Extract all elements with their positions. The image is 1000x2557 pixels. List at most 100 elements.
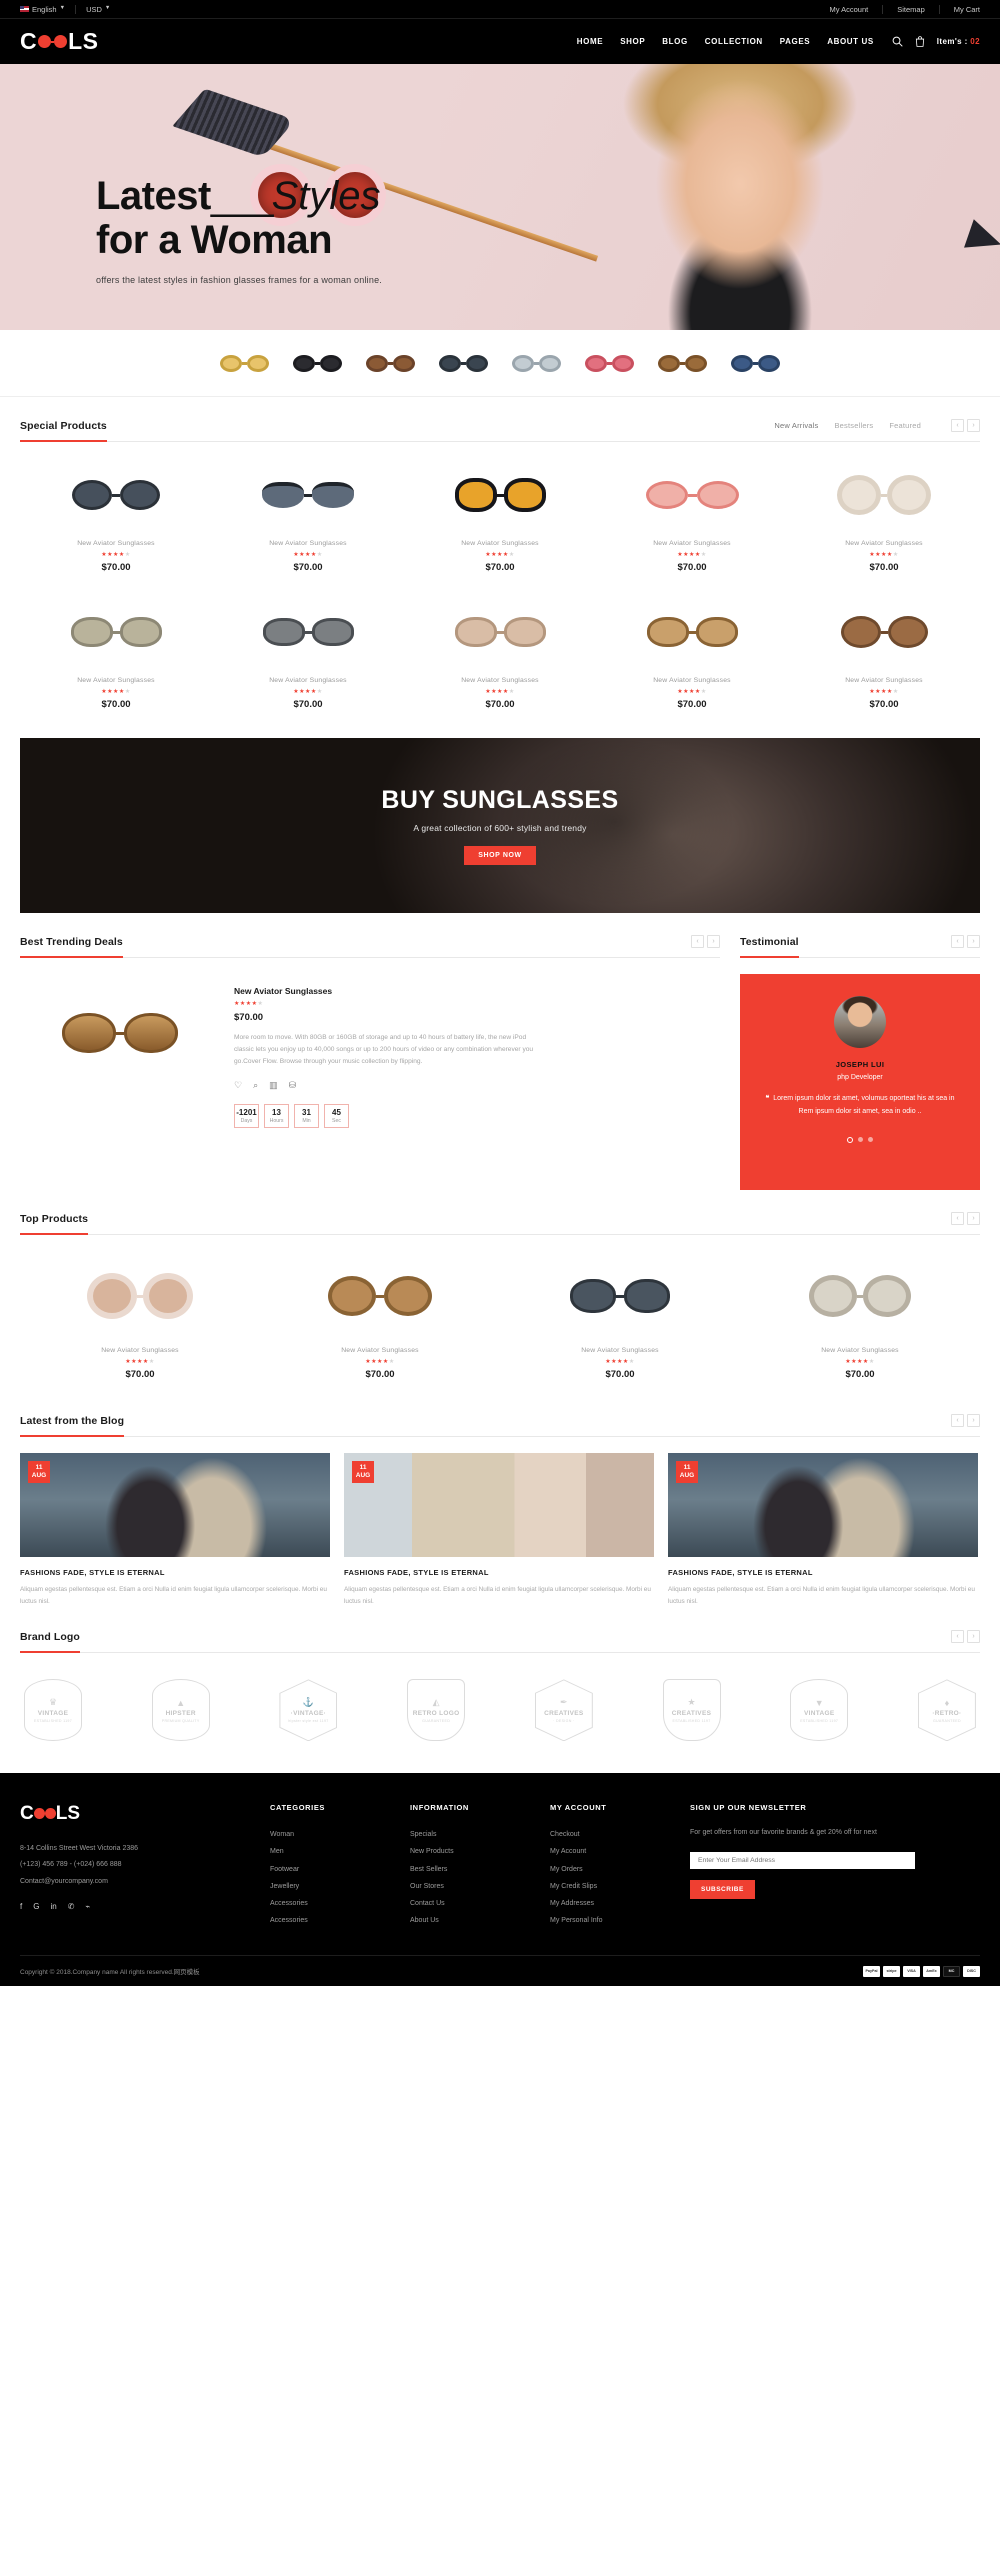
- footer-logo[interactable]: C LS: [20, 1803, 270, 1825]
- footer-link[interactable]: Accessories: [270, 1895, 410, 1912]
- product-card[interactable]: New Aviator Sunglasses ★★★★★ $70.00: [596, 446, 788, 583]
- product-card[interactable]: New Aviator Sunglasses ★★★★★ $70.00: [404, 446, 596, 583]
- footer-link[interactable]: My Account: [550, 1843, 690, 1860]
- thumb-glasses-7[interactable]: [658, 354, 707, 372]
- search-icon[interactable]: ⌕: [253, 1080, 258, 1091]
- footer-link[interactable]: Accessories: [270, 1912, 410, 1929]
- shop-now-button[interactable]: SHOP NOW: [464, 846, 536, 865]
- cart-icon[interactable]: ⛁: [289, 1080, 297, 1091]
- product-card[interactable]: New Aviator Sunglasses ★★★★★ $70.00: [404, 583, 596, 720]
- footer-link[interactable]: Footwear: [270, 1861, 410, 1878]
- carousel-next-button[interactable]: ›: [967, 1414, 980, 1427]
- footer-link[interactable]: My Personal Info: [550, 1912, 690, 1929]
- deal-product-image[interactable]: [20, 978, 220, 1088]
- blog-card[interactable]: 11 AUG FASHIONS FADE, STYLE IS ETERNAL A…: [344, 1453, 654, 1608]
- carousel-prev-button[interactable]: ‹: [951, 1212, 964, 1225]
- brand-logo-hipster[interactable]: ▲ HIPSTER PREMIUM QUALITY: [151, 1679, 210, 1742]
- footer-link[interactable]: Checkout: [550, 1826, 690, 1843]
- blog-card[interactable]: 11 AUG FASHIONS FADE, STYLE IS ETERNAL A…: [668, 1453, 978, 1608]
- site-logo[interactable]: C LS: [20, 28, 99, 55]
- google-icon[interactable]: G: [33, 1902, 39, 1911]
- shopping-bag-icon[interactable]: [915, 36, 925, 47]
- testimonial-dot-2[interactable]: [858, 1136, 863, 1142]
- link-my-cart[interactable]: My Cart: [940, 0, 980, 19]
- thumb-glasses-2[interactable]: [293, 354, 342, 372]
- heart-icon[interactable]: ♡: [234, 1080, 242, 1091]
- footer-link[interactable]: Men: [270, 1843, 410, 1860]
- product-card[interactable]: New Aviator Sunglasses ★★★★★ $70.00: [212, 446, 404, 583]
- thumb-glasses-6[interactable]: [585, 354, 634, 372]
- search-icon[interactable]: [892, 36, 903, 47]
- product-card[interactable]: New Aviator Sunglasses ★★★★★ $70.00: [788, 583, 980, 720]
- facebook-icon[interactable]: f: [20, 1902, 22, 1911]
- twitter-icon[interactable]: ✆: [68, 1902, 75, 1911]
- testimonial-dot-1[interactable]: [847, 1136, 853, 1143]
- carousel-prev-button[interactable]: ‹: [951, 419, 964, 432]
- brand-logo-retro-logo[interactable]: ◭ RETRO LOGO GUARANTEED: [407, 1679, 466, 1742]
- product-card[interactable]: New Aviator Sunglasses ★★★★★ $70.00: [596, 583, 788, 720]
- nav-item-about-us[interactable]: ABOUT US: [827, 37, 874, 46]
- footer-link[interactable]: Contact Us: [410, 1895, 550, 1912]
- brand-logo-vintage-2[interactable]: ⚓ ·VINTAGE· hipster style est 1197: [279, 1679, 338, 1742]
- footer-link[interactable]: Our Stores: [410, 1878, 550, 1895]
- brand-logo-retro[interactable]: ♦ ·RETRO· GUARANTEED: [917, 1679, 976, 1742]
- rss-icon[interactable]: ⌁: [85, 1902, 90, 1911]
- brand-tagline: GUARANTEED: [932, 1718, 961, 1723]
- blog-card[interactable]: 11 AUG FASHIONS FADE, STYLE IS ETERNAL A…: [20, 1453, 330, 1608]
- product-card[interactable]: New Aviator Sunglasses ★★★★★ $70.00: [788, 446, 980, 583]
- thumb-glasses-4[interactable]: [439, 354, 488, 372]
- carousel-next-button[interactable]: ›: [967, 419, 980, 432]
- footer-link[interactable]: Woman: [270, 1826, 410, 1843]
- product-card[interactable]: New Aviator Sunglasses ★★★★★ $70.00: [500, 1239, 740, 1392]
- link-my-account[interactable]: My Account: [815, 0, 882, 19]
- nav-item-pages[interactable]: PAGES: [780, 37, 810, 46]
- footer-link[interactable]: New Products: [410, 1843, 550, 1860]
- carousel-prev-button[interactable]: ‹: [951, 1630, 964, 1644]
- product-card[interactable]: New Aviator Sunglasses ★★★★★ $70.00: [20, 446, 212, 583]
- footer-link[interactable]: My Orders: [550, 1861, 690, 1878]
- thumb-glasses-8[interactable]: [731, 354, 780, 372]
- currency-selector[interactable]: USD ▼: [76, 0, 120, 19]
- brand-logo-creatives-design[interactable]: ✒ CREATIVES · DESIGN ·: [534, 1679, 593, 1742]
- product-card[interactable]: New Aviator Sunglasses ★★★★★ $70.00: [260, 1239, 500, 1392]
- tab-bestsellers[interactable]: Bestsellers: [834, 421, 873, 430]
- product-card[interactable]: New Aviator Sunglasses ★★★★★ $70.00: [20, 1239, 260, 1392]
- product-card[interactable]: New Aviator Sunglasses ★★★★★ $70.00: [20, 583, 212, 720]
- brand-logo-creatives[interactable]: ★ CREATIVES ESTABLISHED 1197: [662, 1679, 721, 1742]
- newsletter-email-input[interactable]: [690, 1851, 915, 1869]
- brand-logo-vintage-1[interactable]: ♛ VINTAGE ESTABLISHED 1197: [24, 1679, 82, 1742]
- nav-item-home[interactable]: HOME: [577, 37, 603, 46]
- cart-summary[interactable]: Item's : 02: [937, 37, 980, 46]
- product-card[interactable]: New Aviator Sunglasses ★★★★★ $70.00: [740, 1239, 980, 1392]
- product-card[interactable]: New Aviator Sunglasses ★★★★★ $70.00: [212, 583, 404, 720]
- footer-link[interactable]: Best Sellers: [410, 1861, 550, 1878]
- nav-item-shop[interactable]: SHOP: [620, 37, 645, 46]
- nav-item-blog[interactable]: BLOG: [662, 37, 688, 46]
- thumb-glasses-5[interactable]: [512, 354, 561, 372]
- subscribe-button[interactable]: SUBSCRIBE: [690, 1879, 755, 1899]
- carousel-next-button[interactable]: ›: [967, 1212, 980, 1225]
- thumb-glasses-1[interactable]: [220, 354, 269, 372]
- carousel-prev-button[interactable]: ‹: [951, 1414, 964, 1427]
- thumb-glasses-3[interactable]: [366, 354, 415, 372]
- compare-icon[interactable]: ▥: [269, 1080, 278, 1091]
- tab-new-arrivals[interactable]: New Arrivals: [774, 421, 818, 430]
- footer-link[interactable]: My Addresses: [550, 1895, 690, 1912]
- footer-link[interactable]: Specials: [410, 1826, 550, 1843]
- tab-featured[interactable]: Featured: [889, 421, 921, 430]
- carousel-next-button[interactable]: ›: [967, 935, 980, 948]
- footer-email[interactable]: Contact@yourcompany.com: [20, 1874, 270, 1890]
- nav-item-collection[interactable]: COLLECTION: [705, 37, 763, 46]
- testimonial-dot-3[interactable]: [868, 1136, 873, 1142]
- brand-logo-vintage-3[interactable]: ▼ VINTAGE ESTABLISHED 1197: [790, 1679, 849, 1742]
- language-selector[interactable]: English ▼: [20, 0, 75, 19]
- footer-link[interactable]: My Credit Slips: [550, 1878, 690, 1895]
- footer-link[interactable]: Jewellery: [270, 1878, 410, 1895]
- carousel-next-button[interactable]: ›: [707, 935, 720, 948]
- footer-link[interactable]: About Us: [410, 1912, 550, 1929]
- carousel-next-button[interactable]: ›: [967, 1630, 980, 1644]
- carousel-prev-button[interactable]: ‹: [691, 935, 704, 948]
- link-sitemap[interactable]: Sitemap: [883, 0, 939, 19]
- carousel-prev-button[interactable]: ‹: [951, 935, 964, 948]
- linkedin-icon[interactable]: in: [50, 1902, 56, 1911]
